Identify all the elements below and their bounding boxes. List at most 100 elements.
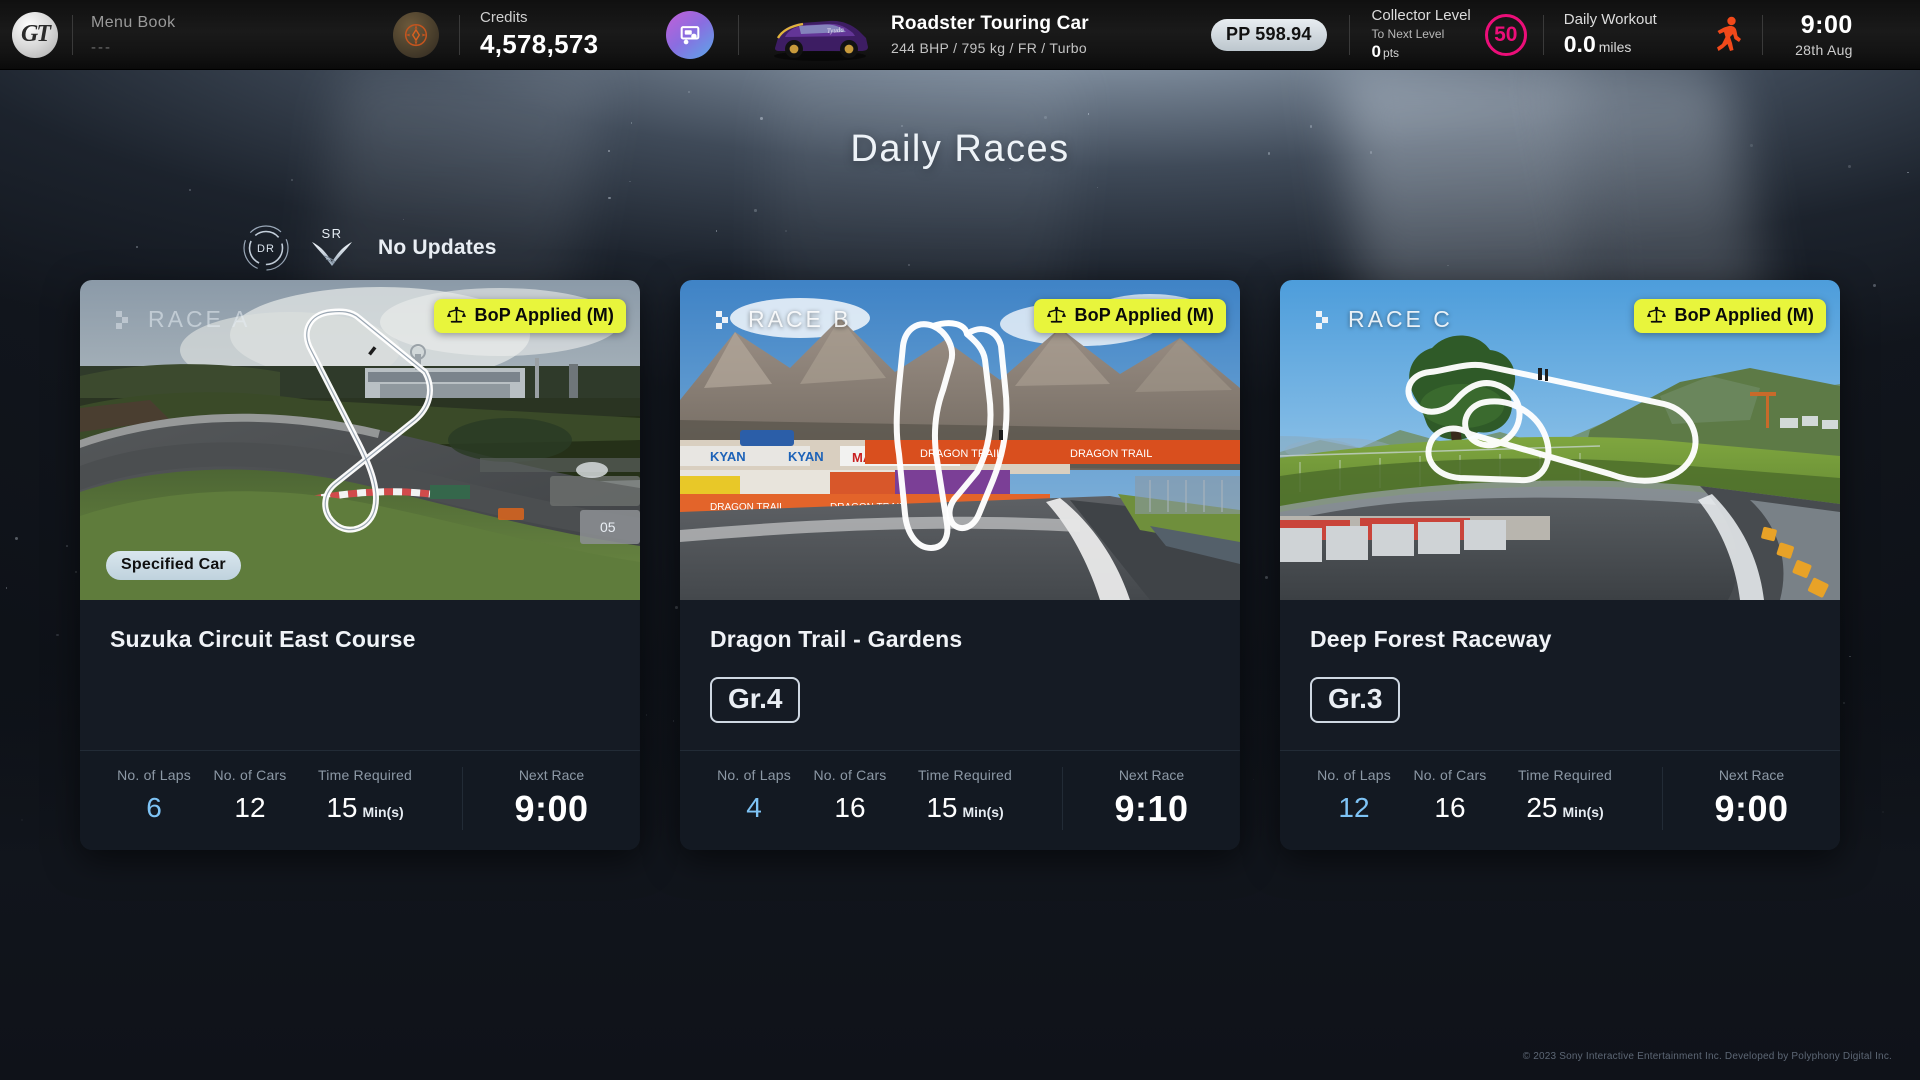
race-b-track-name: Dragon Trail - Gardens <box>710 626 963 652</box>
collector-next-level-label: To Next Level <box>1371 27 1445 41</box>
race-b-preview-image: KYAN KYAN MAXWELL DRAGON TRAIL DRAGON TR… <box>680 280 1240 600</box>
race-b-category-badge: Gr.4 <box>710 677 801 723</box>
stat-time-unit: Min(s) <box>362 804 404 820</box>
race-b-stats-row: No. of Laps 4 No. of Cars 16 Time Requir… <box>680 750 1240 850</box>
stat-cars-value: 12 <box>234 792 266 823</box>
race-c-track-name: Deep Forest Raceway <box>1310 626 1552 652</box>
race-b-body: Dragon Trail - Gardens Gr.4 <box>680 600 1240 750</box>
stat-laps: No. of Laps 6 <box>108 767 200 830</box>
next-race-time: 9:10 <box>1114 788 1189 829</box>
race-c-label: RACE C <box>1348 306 1453 332</box>
race-a-preview-image: 05 RACE A BoP Applied (M) Specified Car <box>80 280 640 600</box>
stat-laps-value: 12 <box>1338 792 1370 823</box>
stat-laps: No. of Laps 4 <box>708 767 800 830</box>
race-b-bop-badge: BoP Applied (M) <box>1033 299 1226 333</box>
race-a-track-name: Suzuka Circuit East Course <box>110 626 416 652</box>
race-c-bop-badge: BoP Applied (M) <box>1633 299 1826 333</box>
credits-section: Credits 4,578,573 <box>460 9 638 60</box>
collector-points-unit: pts <box>1383 46 1400 60</box>
stat-cars: No. of Cars 16 <box>804 767 896 830</box>
suzuka-track-map <box>275 298 475 563</box>
race-card-c[interactable]: RACE C BoP Applied (M) Deep Forest Racew… <box>1280 280 1840 850</box>
car-specs: 244 BHP / 795 kg / FR / Turbo <box>891 40 1087 56</box>
race-a-bop-label: BoP Applied (M) <box>474 305 614 325</box>
collector-level-badge: 50 <box>1484 13 1527 56</box>
rank-update-status: No Updates <box>378 236 497 259</box>
stat-laps-label: No. of Laps <box>117 767 191 783</box>
menu-book-title: Menu Book <box>91 13 176 31</box>
stat-laps-label: No. of Laps <box>717 767 791 783</box>
stat-time-value: 15 <box>926 792 958 823</box>
dragon-trail-track-map <box>855 290 1055 585</box>
menu-book-subtitle: --- <box>91 38 112 56</box>
race-b-label-group: RACE B <box>714 306 852 333</box>
race-c-preview-image: RACE C BoP Applied (M) <box>1280 280 1840 600</box>
stat-time-label: Time Required <box>918 767 1012 783</box>
race-a-next-race: Next Race 9:00 <box>462 767 640 830</box>
race-a-specified-car-badge: Specified Car <box>106 551 241 580</box>
race-card-b[interactable]: KYAN KYAN MAXWELL DRAGON TRAIL DRAGON TR… <box>680 280 1240 850</box>
svg-text:DR: DR <box>257 243 275 255</box>
race-a-stats-row: No. of Laps 6 No. of Cars 12 Time Requir… <box>80 750 640 850</box>
svg-text:DRAGON TRAIL: DRAGON TRAIL <box>1070 448 1152 460</box>
stat-laps-label: No. of Laps <box>1317 767 1391 783</box>
svg-text:SR: SR <box>321 226 342 241</box>
race-card-a[interactable]: 05 RACE A BoP Applied (M) Specified Car … <box>80 280 640 850</box>
stat-cars-value: 16 <box>1434 792 1466 823</box>
next-race-label: Next Race <box>1118 767 1185 783</box>
race-c-bop-label: BoP Applied (M) <box>1674 305 1814 325</box>
daily-workout-unit: miles <box>1598 39 1632 55</box>
credits-label: Credits <box>480 9 528 26</box>
next-race-time: 9:00 <box>514 788 589 829</box>
next-race-time: 9:00 <box>1714 788 1789 829</box>
stat-time: Time Required 15 Min(s) <box>300 767 430 830</box>
collector-points-value: 0 <box>1371 42 1382 61</box>
race-a-bop-badge: BoP Applied (M) <box>433 299 626 333</box>
stat-time: Time Required 15 Min(s) <box>900 767 1030 830</box>
svg-text:KYAN: KYAN <box>788 449 824 464</box>
race-b-next-race: Next Race 9:10 <box>1062 767 1240 830</box>
page-title: Daily Races <box>850 128 1070 170</box>
next-race-label: Next Race <box>518 767 585 783</box>
race-a-label: RACE A <box>148 306 251 332</box>
stat-time-unit: Min(s) <box>1562 804 1604 820</box>
race-c-label-group: RACE C <box>1314 306 1453 333</box>
race-a-label-group: RACE A <box>114 306 250 333</box>
divider <box>738 14 739 55</box>
race-c-body: Deep Forest Raceway Gr.3 <box>1280 600 1840 750</box>
stat-cars: No. of Cars 12 <box>204 767 296 830</box>
compass-coin-icon <box>393 11 439 58</box>
svg-text:Tyuda: Tyuda <box>827 25 845 34</box>
stat-time-label: Time Required <box>1518 767 1612 783</box>
daily-workout-value: 0.0 <box>1563 31 1596 57</box>
runner-icon <box>1708 15 1748 55</box>
stat-time-label: Time Required <box>318 767 412 783</box>
race-c-stats-row: No. of Laps 12 No. of Cars 16 Time Requi… <box>1280 750 1840 850</box>
stat-time-value: 15 <box>326 792 358 823</box>
stat-time-unit: Min(s) <box>962 804 1004 820</box>
race-b-label: RACE B <box>748 306 852 332</box>
gift-inbox-icon[interactable] <box>666 10 714 59</box>
stat-laps-value: 4 <box>746 792 762 823</box>
clock-date: 28th Aug <box>1795 42 1853 58</box>
menu-book-section[interactable]: Menu Book --- <box>73 14 373 56</box>
sr-rating-icon[interactable]: SR <box>306 222 358 274</box>
daily-workout-label: Daily Workout <box>1563 11 1657 28</box>
dr-rating-icon[interactable]: DR <box>240 222 292 274</box>
gt-logo-icon[interactable]: GT <box>12 11 58 58</box>
stat-cars-label: No. of Cars <box>1413 767 1487 783</box>
svg-text:KYAN: KYAN <box>710 449 746 464</box>
rank-status-bar: DR SR No Updates <box>240 222 497 274</box>
stat-laps: No. of Laps 12 <box>1308 767 1400 830</box>
current-car-info[interactable]: Roadster Touring Car 244 BHP / 795 kg / … <box>885 13 1185 56</box>
race-flag-icon <box>714 309 736 331</box>
svg-text:05: 05 <box>600 519 616 535</box>
copyright-notice: © 2023 Sony Interactive Entertainment In… <box>1522 1051 1892 1062</box>
race-flag-icon <box>1314 309 1336 331</box>
stat-cars: No. of Cars 16 <box>1404 767 1496 830</box>
daily-races-list: 05 RACE A BoP Applied (M) Specified Car … <box>0 280 1920 850</box>
race-a-body: Suzuka Circuit East Course <box>80 600 640 750</box>
car-name: Roadster Touring Car <box>891 13 1089 34</box>
stat-time: Time Required 25 Min(s) <box>1500 767 1630 830</box>
next-race-label: Next Race <box>1718 767 1785 783</box>
